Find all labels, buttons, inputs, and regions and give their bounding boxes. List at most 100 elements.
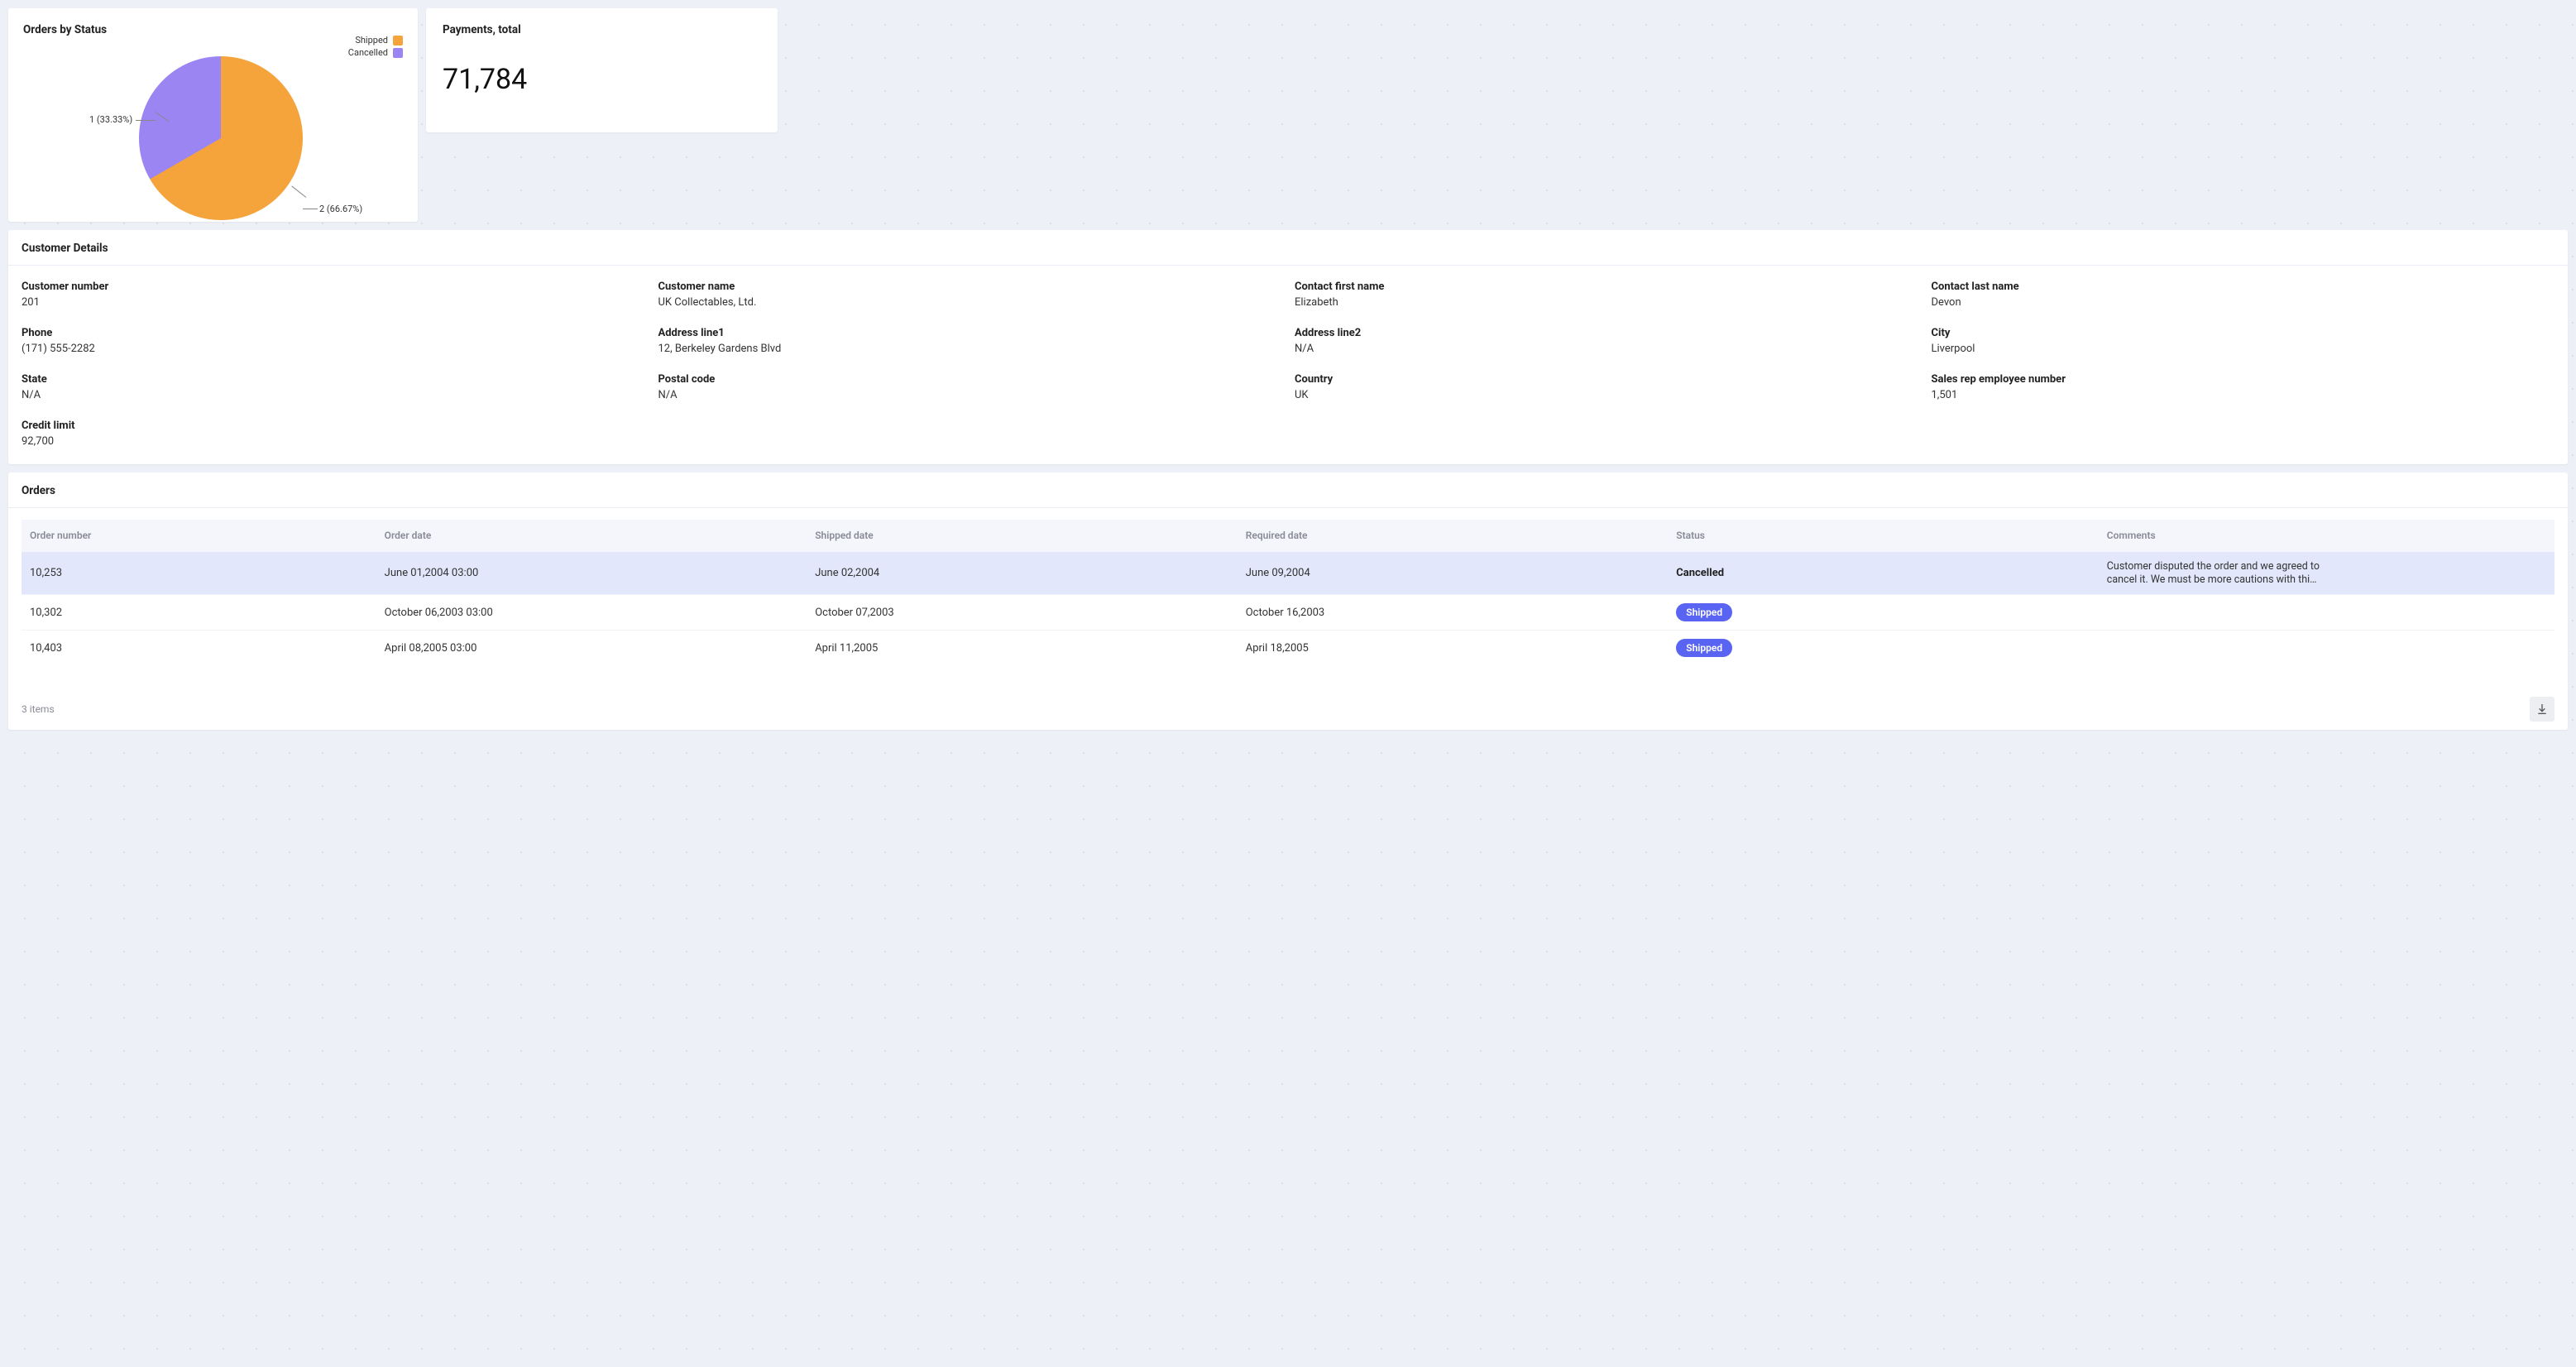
table-cell: 10,403 [22, 631, 376, 666]
status-cell: Shipped [1668, 631, 2099, 666]
download-icon [2535, 703, 2549, 716]
orders-panel: Orders Order numberOrder dateShipped dat… [8, 472, 2568, 730]
customer-details-grid: Customer number 201 Customer name UK Collec… [8, 266, 2568, 464]
orders-table: Order numberOrder dateShipped dateRequir… [22, 520, 2554, 665]
column-header[interactable]: Status [1668, 520, 2099, 552]
detail-value: UK Collectables, Ltd. [658, 296, 1282, 309]
table-cell: April 11,2005 [807, 631, 1238, 666]
detail-value: Elizabeth [1295, 296, 1918, 309]
detail-item: State N/A [22, 373, 645, 401]
detail-value: 201 [22, 296, 645, 309]
panel-header: Customer Details [8, 230, 2568, 266]
orders-item-count: 3 items [22, 703, 55, 715]
table-cell: October 07,2003 [807, 595, 1238, 631]
orders-footer: 3 items [8, 672, 2568, 730]
pie-label-leader [291, 186, 306, 198]
status-cell: Shipped [1668, 595, 2099, 631]
orders-by-status-card: Orders by Status Shipped Cancelled 1 ( [8, 8, 418, 222]
column-header[interactable]: Order number [22, 520, 376, 552]
detail-label: Contact first name [1295, 281, 1918, 293]
detail-value: N/A [22, 389, 645, 401]
detail-item: City Liverpool [1932, 327, 2555, 355]
detail-value: N/A [658, 389, 1282, 401]
orders-header-row: Order numberOrder dateShipped dateRequir… [22, 520, 2554, 552]
status-cell: Cancelled [1668, 552, 2099, 595]
legend-swatch-cancelled [393, 48, 403, 58]
customer-details-panel: Customer Details Customer number201Custo… [8, 230, 2568, 464]
detail-label: City [1932, 327, 2555, 339]
table-row[interactable]: 10,302October 06,2003 03:00October 07,20… [22, 595, 2554, 631]
detail-item: Contact first name Elizabeth [1295, 281, 1918, 309]
column-header[interactable]: Required date [1238, 520, 1669, 552]
comments-cell [2099, 595, 2554, 631]
detail-value: Liverpool [1932, 343, 2555, 355]
top-row: Orders by Status Shipped Cancelled 1 ( [8, 8, 2568, 222]
detail-item: Address line2 N/A [1295, 327, 1918, 355]
table-row[interactable]: 10,403April 08,2005 03:00April 11,2005Ap… [22, 631, 2554, 666]
detail-item: Customer name UK Collectables, Ltd. [658, 281, 1282, 309]
detail-label: Credit limit [22, 420, 645, 432]
pie-label-cancelled: 1 (33.33%) [89, 114, 132, 125]
panel-title: Customer Details [22, 242, 2554, 255]
orders-body: 10,253June 01,2004 03:00June 02,2004June… [22, 552, 2554, 666]
detail-label: Contact last name [1932, 281, 2555, 293]
legend-swatch-shipped [393, 36, 403, 46]
detail-item: Phone (171) 555-2282 [22, 327, 645, 355]
detail-value: 12, Berkeley Gardens Blvd [658, 343, 1282, 355]
detail-label: State [22, 373, 645, 386]
pie-card-title: Orders by Status [23, 23, 403, 36]
detail-label: Sales rep employee number [1932, 373, 2555, 386]
column-header[interactable]: Comments [2099, 520, 2554, 552]
detail-label: Postal code [658, 373, 1282, 386]
detail-value: UK [1295, 389, 1918, 401]
pie-label-shipped: 2 (66.67%) [319, 204, 362, 214]
detail-value: (171) 555-2282 [22, 343, 645, 355]
detail-value: 1,501 [1932, 389, 2555, 401]
legend-row-cancelled[interactable]: Cancelled [348, 47, 403, 58]
table-cell: October 06,2003 03:00 [376, 595, 807, 631]
pie-label-leader [136, 120, 156, 121]
pie-chart[interactable]: 1 (33.33%) 2 (66.67%) [139, 56, 303, 220]
pie-legend: Shipped Cancelled [348, 35, 403, 60]
detail-value: Devon [1932, 296, 2555, 309]
detail-label: Phone [22, 327, 645, 339]
detail-item: Contact last name Devon [1932, 281, 2555, 309]
dashboard-root: Orders by Status Shipped Cancelled 1 ( [8, 8, 2568, 730]
status-badge: Shipped [1676, 603, 1732, 621]
detail-value: 92,700 [22, 435, 645, 448]
table-row[interactable]: 10,253June 01,2004 03:00June 02,2004June… [22, 552, 2554, 595]
detail-label: Customer name [658, 281, 1282, 293]
detail-label: Address line2 [1295, 327, 1918, 339]
detail-item: Customer number 201 [22, 281, 645, 309]
legend-label: Shipped [355, 35, 388, 46]
detail-value: N/A [1295, 343, 1918, 355]
kpi-value: 71,784 [443, 63, 761, 96]
table-cell: June 02,2004 [807, 552, 1238, 595]
detail-item: Credit limit 92,700 [22, 420, 645, 448]
payments-total-card: Payments, total 71,784 [426, 8, 778, 132]
download-button[interactable] [2530, 697, 2554, 722]
panel-header: Orders [8, 472, 2568, 508]
status-text: Cancelled [1676, 567, 1724, 579]
detail-item: Sales rep employee number 1,501 [1932, 373, 2555, 401]
table-cell: 10,253 [22, 552, 376, 595]
comments-cell: Customer disputed the order and we agree… [2099, 552, 2554, 595]
panel-title: Orders [22, 484, 2554, 497]
detail-label: Customer number [22, 281, 645, 293]
column-header[interactable]: Order date [376, 520, 807, 552]
detail-label: Country [1295, 373, 1918, 386]
pie-graphic [139, 56, 303, 220]
comments-cell [2099, 631, 2554, 666]
kpi-title: Payments, total [443, 23, 761, 36]
detail-item: Postal code N/A [658, 373, 1282, 401]
table-cell: April 18,2005 [1238, 631, 1669, 666]
detail-label: Address line1 [658, 327, 1282, 339]
detail-item: Country UK [1295, 373, 1918, 401]
column-header[interactable]: Shipped date [807, 520, 1238, 552]
table-cell: October 16,2003 [1238, 595, 1669, 631]
table-cell: June 09,2004 [1238, 552, 1669, 595]
table-cell: June 01,2004 03:00 [376, 552, 807, 595]
table-cell: April 08,2005 03:00 [376, 631, 807, 666]
status-badge: Shipped [1676, 639, 1732, 657]
legend-row-shipped[interactable]: Shipped [348, 35, 403, 46]
